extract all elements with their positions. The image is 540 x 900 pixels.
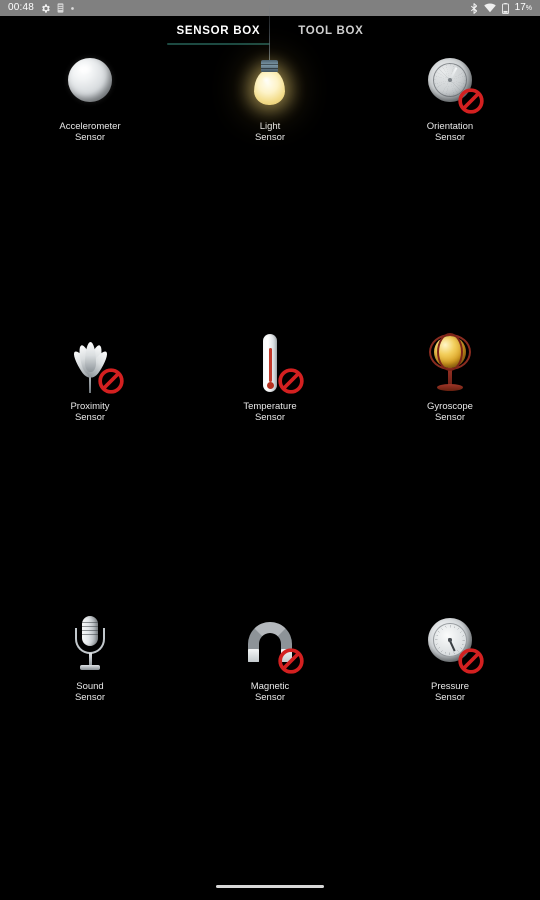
sensor-label-proximity: Proximity Sensor (70, 401, 110, 423)
compass-hub (448, 78, 452, 82)
sensor-item-light[interactable]: Light Sensor (180, 6, 360, 143)
tab-tool-box-label: TOOL BOX (298, 25, 364, 37)
disabled-badge-icon (278, 368, 304, 394)
sensor-item-sound[interactable]: Sound Sensor (0, 614, 180, 703)
gyroscope-base (437, 384, 463, 391)
lightbulb-icon (254, 69, 285, 105)
sensor-label-light: Light Sensor (254, 121, 286, 143)
tab-sensor-box-label: SENSOR BOX (176, 25, 261, 37)
gyroscope-icon-wrap (414, 333, 486, 396)
sensor-item-orientation[interactable]: Orientation Sensor (360, 54, 540, 143)
sim-card-icon (57, 3, 64, 13)
sensor-item-magnetic[interactable]: Magnetic Sensor (180, 614, 360, 703)
bluetooth-icon (470, 2, 477, 14)
microphone-head (82, 616, 98, 646)
disabled-badge-icon (458, 648, 484, 674)
thermometer-bulb (266, 381, 274, 389)
sensor-label-gyroscope: Gyroscope Sensor (427, 401, 473, 423)
disabled-badge-icon (458, 88, 484, 114)
sensor-label-temperature: Temperature Sensor (243, 401, 297, 423)
disabled-badge-icon (278, 648, 304, 674)
sound-icon-wrap (54, 614, 126, 676)
proximity-icon-wrap (54, 334, 126, 396)
thermometer-icon (260, 334, 280, 394)
battery-percent-value: 17 (514, 2, 526, 13)
sensor-label-accelerometer: Accelerometer Sensor (59, 121, 121, 143)
sensor-label-orientation: Orientation Sensor (426, 121, 474, 143)
battery-percent: 17% (515, 3, 532, 13)
bulb-cap-icon (261, 60, 278, 72)
navigation-bar (0, 872, 540, 900)
status-bar-right: 17% (470, 2, 532, 14)
tab-sensor-box[interactable]: SENSOR BOX (166, 19, 270, 45)
sensor-item-gyroscope[interactable]: Gyroscope Sensor (360, 333, 540, 423)
sensor-item-proximity[interactable]: Proximity Sensor (0, 334, 180, 423)
pressure-icon-wrap (414, 614, 486, 676)
thermometer-mercury (269, 348, 272, 382)
light-icon-wrap (234, 6, 306, 116)
sensor-label-pressure: Pressure Sensor (430, 681, 469, 703)
gear-icon (42, 3, 50, 13)
accelerometer-icon-wrap (54, 54, 126, 116)
sensor-grid: Accelerometer Sensor Light Sensor Orient… (0, 6, 540, 884)
microphone-base (80, 665, 100, 670)
dot-icon (71, 6, 74, 10)
sensor-item-pressure[interactable]: Pressure Sensor (360, 614, 540, 703)
sensor-label-magnetic: Magnetic Sensor (250, 681, 290, 703)
home-indicator-bar[interactable] (216, 884, 324, 888)
gyroscope-ring-inner (437, 333, 463, 371)
status-bar: 00:48 17% (0, 0, 540, 16)
microphone-icon (74, 616, 106, 674)
wifi-icon (483, 3, 496, 13)
magnetic-icon-wrap (234, 614, 306, 676)
tab-bar: SENSOR BOX TOOL BOX (0, 16, 540, 48)
battery-icon (501, 2, 509, 14)
gyroscope-globe-icon (428, 333, 472, 394)
battery-percent-unit: % (525, 5, 532, 12)
status-clock: 00:48 (8, 2, 35, 13)
barometer-hub (448, 638, 452, 642)
magnet-tip-left (248, 649, 259, 662)
bulb-cord-icon (269, 6, 270, 62)
orientation-icon-wrap (414, 54, 486, 116)
sphere-ball-icon (68, 58, 112, 102)
sensor-item-temperature[interactable]: Temperature Sensor (180, 334, 360, 423)
temperature-icon-wrap (234, 334, 306, 396)
disabled-badge-icon (98, 368, 124, 394)
sensor-item-accelerometer[interactable]: Accelerometer Sensor (0, 54, 180, 143)
flower-petal (84, 342, 96, 372)
status-bar-left: 00:48 (8, 3, 75, 14)
tab-tool-box[interactable]: TOOL BOX (296, 19, 365, 45)
sensor-label-sound: Sound Sensor (74, 681, 106, 703)
